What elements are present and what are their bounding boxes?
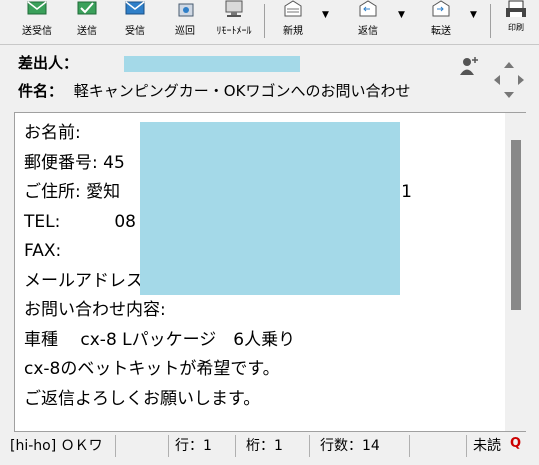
mail-header: 差出人： 件名： 軽キャンピングカー・OKワゴンへのお問い合わせ xyxy=(14,48,526,110)
message-line: お名前: xyxy=(24,123,81,143)
receive-button[interactable]: 受信 xyxy=(112,0,158,42)
send-icon xyxy=(77,1,97,15)
status-bar: [hi-ho] ＯＫワ 行：1 桁：1 行数：14 未読 Q xyxy=(0,432,539,465)
send-label: 送信 xyxy=(77,26,97,37)
print-label: 印刷 xyxy=(508,23,524,32)
new-mail-dropdown-icon[interactable]: ▼ xyxy=(322,10,329,20)
toolbar: 送受信 送信 受信 巡回 ﾘﾓｰﾄﾒｰﾙ 新規 ▼ 返信 ▼ 転送 ▼ 印刷 xyxy=(0,0,539,45)
receive-label: 受信 xyxy=(125,26,145,37)
navigation-arrows-icon[interactable] xyxy=(492,60,526,100)
column-status: 桁：1 xyxy=(240,435,310,457)
subject-label: 件名： xyxy=(18,82,64,100)
reply-button[interactable]: 返信 xyxy=(342,0,394,42)
account-status: [hi-ho] ＯＫワ xyxy=(4,435,116,457)
remote-mail-icon xyxy=(225,0,243,17)
forward-label: 転送 xyxy=(431,26,451,37)
message-line: TEL: 08 xyxy=(24,212,136,232)
send-button[interactable]: 送信 xyxy=(64,0,110,42)
remote-mail-button[interactable]: ﾘﾓｰﾄﾒｰﾙ xyxy=(206,0,262,42)
new-mail-icon xyxy=(284,0,302,17)
send-receive-icon xyxy=(27,1,47,15)
print-icon xyxy=(506,0,526,17)
scrollbar-thumb[interactable] xyxy=(511,140,521,310)
patrol-label: 巡回 xyxy=(175,26,195,37)
line-count-status: 行数：14 xyxy=(314,435,410,457)
redacted-sender xyxy=(124,56,300,72)
reply-label: 返信 xyxy=(358,26,378,37)
from-label: 差出人： xyxy=(18,54,79,72)
subject-row: 件名： 軽キャンピングカー・OKワゴンへのお問い合わせ xyxy=(18,79,410,103)
from-row: 差出人： xyxy=(18,51,78,75)
new-mail-button[interactable]: 新規 xyxy=(270,0,316,42)
reply-icon xyxy=(359,0,377,17)
send-receive-button[interactable]: 送受信 xyxy=(14,0,60,42)
remote-mail-label: ﾘﾓｰﾄﾒｰﾙ xyxy=(216,26,252,37)
forward-icon xyxy=(432,0,450,17)
unread-status: 未読 xyxy=(466,435,514,457)
message-line: cx-8のベットキットが希望です。 xyxy=(24,359,280,379)
message-line: お問い合わせ内容: xyxy=(24,300,166,320)
message-line: メールアドレス: xyxy=(24,271,149,291)
toolbar-separator xyxy=(490,4,491,38)
message-body[interactable]: お名前: 郵便番号: 45 ご住所: 愛知 1 TEL: 08 FAX: メール… xyxy=(14,112,507,432)
unread-q-icon: Q xyxy=(510,436,522,451)
patrol-icon xyxy=(178,3,194,17)
toolbar-separator xyxy=(264,4,265,38)
patrol-button[interactable]: 巡回 xyxy=(162,0,208,42)
reply-dropdown-icon[interactable]: ▼ xyxy=(398,10,405,20)
send-receive-label: 送受信 xyxy=(22,26,52,37)
subject-text: 軽キャンピングカー・OKワゴンへのお問い合わせ xyxy=(73,82,411,100)
receive-icon xyxy=(125,1,145,15)
add-contact-icon[interactable] xyxy=(458,56,480,76)
message-line: ご返信よろしくお願いします。 xyxy=(24,389,261,409)
print-button[interactable]: 印刷 xyxy=(496,0,536,42)
forward-button[interactable]: 転送 xyxy=(416,0,466,42)
forward-dropdown-icon[interactable]: ▼ xyxy=(470,10,477,20)
vertical-scrollbar[interactable] xyxy=(505,112,526,432)
redacted-personal-info xyxy=(140,122,400,295)
message-line: 郵便番号: 45 xyxy=(24,153,125,173)
new-mail-label: 新規 xyxy=(283,26,303,37)
row-status: 行：1 xyxy=(168,435,236,457)
message-line: 車種 cx-8 Lパッケージ 6人乗り xyxy=(24,330,296,350)
message-line: FAX: xyxy=(24,241,62,261)
